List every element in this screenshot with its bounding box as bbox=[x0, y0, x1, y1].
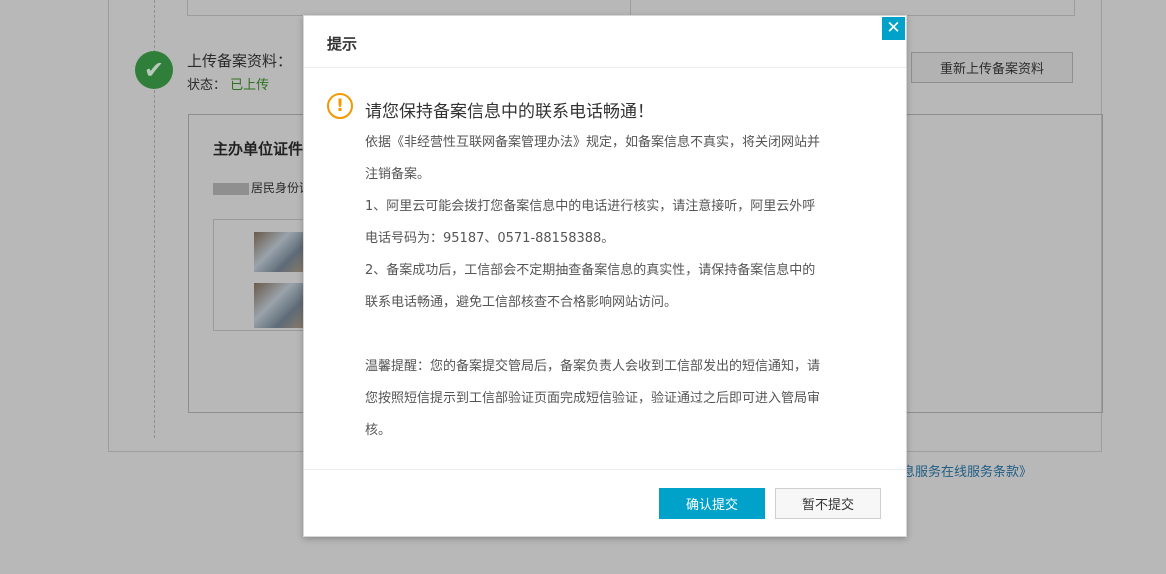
body-line: 您按照短信提示到工信部验证页面完成短信验证，验证通过之后即可进入管局审 bbox=[365, 391, 821, 406]
upload-step-title: 上传备案资料： bbox=[187, 52, 293, 70]
confirm-dialog: 提示 ✕ ! 请您保持备案信息中的联系电话畅通！ 依据《非经营性互联网备案管理办… bbox=[303, 15, 907, 537]
status-label: 状态： bbox=[187, 78, 227, 93]
top-info-box bbox=[187, 0, 1075, 16]
dialog-header: 提示 bbox=[304, 16, 906, 68]
body-line: 联系电话畅通，避免工信部核查不合格影响网站访问。 bbox=[365, 295, 678, 310]
document-thumbnail-front bbox=[254, 232, 304, 272]
exclamation-circle-icon: ! bbox=[327, 93, 353, 119]
document-type-text: 居民身份证 bbox=[251, 181, 312, 195]
body-line: 1、阿里云可能会拨打您备案信息中的电话进行核实，请注意接听，阿里云外呼 bbox=[365, 199, 816, 214]
cancel-submit-button[interactable]: 暂不提交 bbox=[775, 488, 881, 519]
reupload-button[interactable]: 重新上传备案资料 bbox=[911, 52, 1073, 83]
upload-step-status: 状态： 已上传 bbox=[187, 74, 269, 93]
dialog-footer-divider bbox=[304, 469, 906, 470]
blurred-text bbox=[213, 182, 249, 195]
page: ✔ 上传备案资料： 状态： 已上传 重新上传备案资料 主办单位证件 居民身份证 … bbox=[0, 0, 1166, 574]
body-line: 2、备案成功后，工信部会不定期抽查备案信息的真实性，请保持备案信息中的 bbox=[365, 263, 816, 278]
body-line: 核。 bbox=[365, 423, 392, 438]
body-line: 电话号码为：95187、0571-88158388。 bbox=[365, 231, 615, 246]
body-line: 注销备案。 bbox=[365, 167, 431, 182]
body-line: 温馨提醒：您的备案提交管局后，备案负责人会收到工信部发出的短信通知，请 bbox=[365, 359, 821, 374]
body-line: 依据《非经营性互联网备案管理办法》规定，如备案信息不真实，将关闭网站并 bbox=[365, 135, 821, 150]
service-terms-link[interactable]: 息服务在线服务条款》 bbox=[902, 461, 1032, 480]
document-type-label: 居民身份证 bbox=[213, 179, 311, 196]
document-thumbnail-back bbox=[254, 283, 304, 328]
dialog-title: 提示 bbox=[327, 35, 358, 53]
document-section-title: 主办单位证件 bbox=[213, 140, 304, 158]
confirm-submit-button[interactable]: 确认提交 bbox=[659, 488, 765, 519]
close-icon[interactable]: ✕ bbox=[882, 17, 905, 40]
dialog-heading: 请您保持备案信息中的联系电话畅通！ bbox=[365, 102, 654, 122]
dialog-body: 依据《非经营性互联网备案管理办法》规定，如备案信息不真实，将关闭网站并 注销备案… bbox=[365, 127, 863, 447]
status-value: 已上传 bbox=[230, 78, 270, 93]
top-info-divider bbox=[630, 0, 631, 15]
checkmark-circle-icon: ✔ bbox=[135, 51, 173, 89]
